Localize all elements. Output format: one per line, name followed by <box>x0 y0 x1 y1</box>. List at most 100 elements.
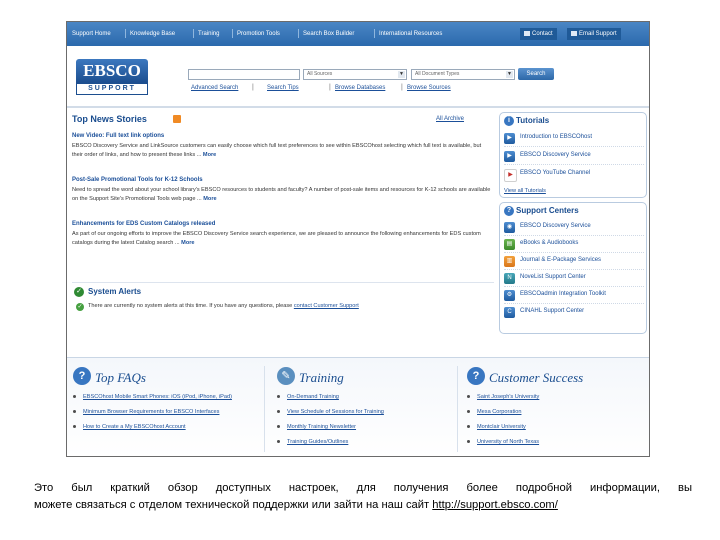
bullet-icon <box>73 410 76 413</box>
document-type-select[interactable]: All Document Types ▼ <box>411 69 515 80</box>
novelist-icon: N <box>504 273 515 284</box>
bullet-icon <box>277 425 280 428</box>
graduation-cap-icon: ✎ <box>277 367 295 385</box>
training-label: On-Demand Training <box>287 394 339 400</box>
faq-label: How to Create a My EBSCOhost Account <box>83 424 186 430</box>
customer-success-label: Saint Joseph's University <box>477 394 540 400</box>
support-center-item[interactable]: ▥ Journal & E-Package Services <box>504 254 644 270</box>
more-link[interactable]: More <box>203 152 216 158</box>
support-center-item[interactable]: ◉ EBSCO Discovery Service <box>504 220 644 236</box>
nav-separator <box>232 29 233 38</box>
tutorial-item[interactable]: ▶ EBSCO Discovery Service <box>504 149 644 165</box>
rss-icon[interactable] <box>173 115 181 123</box>
bullet-icon <box>73 425 76 428</box>
support-center-item[interactable]: ⚙ EBSCOadmin Integration Toolkit <box>504 288 644 304</box>
tutorial-item[interactable]: ▶ EBSCO YouTube Channel <box>504 167 644 182</box>
customer-success-title: Customer Success <box>489 370 584 385</box>
email-support-button[interactable]: Email Support <box>567 28 621 40</box>
bullet-icon <box>467 395 470 398</box>
alert-text: There are currently no system alerts at … <box>88 303 293 309</box>
training-title: Training <box>299 370 344 385</box>
support-centers-title: Support Centers <box>516 206 579 215</box>
support-center-item[interactable]: N NoveList Support Center <box>504 271 644 287</box>
faq-item[interactable]: EBSCOhost Mobile Smart Phones: iOS (iPod… <box>73 394 253 409</box>
nav-promotion-tools[interactable]: Promotion Tools <box>237 29 280 39</box>
email-icon <box>571 30 577 36</box>
info-icon: i <box>504 116 514 126</box>
bullet-icon <box>277 440 280 443</box>
faq-item[interactable]: Minimum Browser Requirements for EBSCO I… <box>73 409 253 424</box>
scope-select[interactable]: All Sources ▼ <box>303 69 407 80</box>
training-item[interactable]: On-Demand Training <box>277 394 457 409</box>
system-alert-message: There are currently no system alerts at … <box>88 303 359 309</box>
training-list: On-Demand Training View Schedule of Sess… <box>277 394 457 454</box>
support-center-label: EBSCO Discovery Service <box>520 223 591 229</box>
faqs-column: ? Top FAQs EBSCOhost Mobile Smart Phones… <box>67 358 257 456</box>
view-all-tutorials-link[interactable]: View all Tutorials <box>504 188 546 194</box>
bullet-icon <box>73 395 76 398</box>
search-button[interactable]: Search <box>518 68 554 80</box>
slide-caption: Это был краткий обзор доступных настроек… <box>34 480 692 514</box>
ebook-icon: ▤ <box>504 239 515 250</box>
tutorial-label: Introduction to EBSCOhost <box>520 134 593 140</box>
customer-success-item[interactable]: Montclair University <box>467 424 647 439</box>
story-headline[interactable]: New Video: Full text link options <box>72 133 164 139</box>
video-icon: ▶ <box>504 151 515 162</box>
nav-knowledge-base[interactable]: Knowledge Base <box>130 29 175 39</box>
scope-select-value: All Sources <box>307 71 333 77</box>
training-item[interactable]: Monthly Training Newsletter <box>277 424 457 439</box>
more-link[interactable]: More <box>181 240 194 246</box>
faq-label: EBSCOhost Mobile Smart Phones: iOS (iPod… <box>83 394 232 400</box>
nav-search-box-builder[interactable]: Search Box Builder <box>303 29 354 39</box>
column-divider <box>264 366 265 452</box>
customer-success-item[interactable]: University of North Texas <box>467 439 647 454</box>
system-alerts-icon: ✓ <box>74 287 84 297</box>
customer-success-item[interactable]: Mesa Corporation <box>467 409 647 424</box>
browse-databases-link[interactable]: Browse Databases <box>335 85 385 91</box>
nav-separator <box>298 29 299 38</box>
news-title: Top News Stories <box>72 114 147 124</box>
training-label: View Schedule of Sessions for Training <box>287 409 384 415</box>
story-body: Need to spread the word about your schoo… <box>72 186 492 203</box>
training-item[interactable]: View Schedule of Sessions for Training <box>277 409 457 424</box>
archive-link[interactable]: All Archive <box>436 116 464 122</box>
question-icon: ? <box>467 367 485 385</box>
training-item[interactable]: Training Guides/Outlines <box>277 439 457 454</box>
contact-support-link[interactable]: contact Customer Support <box>294 303 359 309</box>
bullet-icon <box>277 395 280 398</box>
customer-success-label: University of North Texas <box>477 439 540 445</box>
nav-training[interactable]: Training <box>198 29 219 39</box>
story-headline[interactable]: Enhancements for EDS Custom Catalogs rel… <box>72 221 215 227</box>
search-tips-link[interactable]: Search Tips <box>267 85 299 91</box>
document-type-value: All Document Types <box>415 71 460 77</box>
search-input[interactable] <box>188 69 300 80</box>
support-center-item[interactable]: ▤ eBooks & Audiobooks <box>504 237 644 253</box>
nav-international-resources[interactable]: International Resources <box>379 29 442 39</box>
bullet-icon <box>277 410 280 413</box>
support-center-label: CINAHL Support Center <box>520 308 585 314</box>
support-center-item[interactable]: C CINAHL Support Center <box>504 305 644 320</box>
system-alerts-title: System Alerts <box>88 287 142 296</box>
nav-separator <box>374 29 375 38</box>
nav-support-home[interactable]: Support Home <box>72 29 111 39</box>
support-center-label: NoveList Support Center <box>520 274 586 280</box>
support-center-label: eBooks & Audiobooks <box>520 240 579 246</box>
caption-text: можете связаться с отделом технической п… <box>34 499 430 511</box>
tutorial-item[interactable]: ▶ Introduction to EBSCOhost <box>504 131 644 147</box>
story-body: As part of our ongoing efforts to improv… <box>72 230 492 247</box>
ebsco-support-logo[interactable]: EBSCO SUPPORT <box>76 59 148 95</box>
support-site-link[interactable]: http://support.ebsco.com/ <box>432 499 558 511</box>
browse-sources-link[interactable]: Browse Sources <box>407 85 451 91</box>
news-section: Top News Stories All Archive New Video: … <box>72 110 498 340</box>
more-link[interactable]: More <box>203 196 216 202</box>
bullet-icon <box>467 440 470 443</box>
story-headline[interactable]: Post-Sale Promotional Tools for K-12 Sch… <box>72 177 203 183</box>
contact-button[interactable]: Contact <box>520 28 557 40</box>
customer-success-item[interactable]: Saint Joseph's University <box>467 394 647 409</box>
column-divider <box>457 366 458 452</box>
advanced-search-link[interactable]: Advanced Search <box>191 85 238 91</box>
email-support-label: Email Support <box>579 31 617 37</box>
toolkit-icon: ⚙ <box>504 290 515 301</box>
faq-item[interactable]: How to Create a My EBSCOhost Account <box>73 424 253 439</box>
faq-label: Minimum Browser Requirements for EBSCO I… <box>83 409 220 415</box>
